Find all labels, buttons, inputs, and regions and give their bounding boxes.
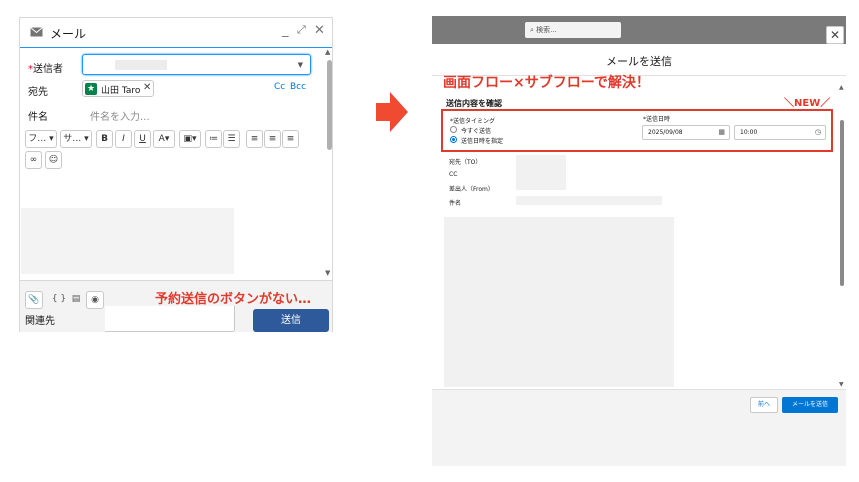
time-input[interactable]: 10:00 ◷ [734,125,826,140]
text-color-button[interactable]: A▾ [153,130,175,148]
compose-header: メール _ ⤢ ✕ [20,18,332,48]
annotation-solution: 画面フロー×サブフローで解決！ [443,75,650,91]
cc-field-label: CC [449,171,458,178]
recipient-values-redacted [516,155,566,190]
sender-value-redacted [115,60,167,70]
modal-title: メールを送信 [606,55,672,68]
date-input[interactable]: 2025/09/08 ▦ [642,125,730,140]
modal-footer: 前へ メールを送信 [432,389,846,417]
scrollbar-thumb[interactable] [840,120,844,286]
to-label: 宛先 [28,87,48,98]
bcc-link[interactable]: Bcc [290,82,306,92]
calendar-icon: ▦ [718,128,725,136]
datetime-label: *送信日時 [643,116,671,123]
recipient-pill[interactable]: ★ 山田 Taro ✕ [82,80,154,97]
image-icon[interactable]: ▣▾ [179,130,201,148]
background-header: ⌕ 検索... [432,16,846,44]
cc-link[interactable]: Cc [274,82,285,92]
send-button[interactable]: 送信 [253,309,329,332]
section-title: 送信内容を確認 [446,99,502,108]
scroll-up-icon[interactable]: ▲ [839,84,844,91]
font-size-select[interactable]: サ… ▾ [60,130,92,148]
mail-icon [30,27,43,37]
scroll-down-icon[interactable]: ▼ [839,381,844,388]
related-input[interactable] [105,306,235,332]
annotation-no-schedule: 予約送信のボタンがない… [155,292,312,307]
timing-label: *送信タイミング [450,118,496,125]
star-icon: ★ [85,83,97,95]
scroll-up-icon[interactable]: ▲ [325,48,330,56]
link-icon[interactable]: ∞ [25,151,42,169]
modal-bottom-area [432,417,846,466]
radio-send-now-label: 今すぐ送信 [461,128,492,135]
compose-footer: 📎 { } ▤ ◉ 予約送信のボタンがない… 関連先 送信 [20,280,332,332]
align-right-icon[interactable]: ≡ [282,130,299,148]
subject-input[interactable]: 件名を入力... [90,108,150,123]
radio-send-now[interactable] [450,126,457,133]
radio-schedule-label: 送信日時を指定 [461,138,504,145]
compose-title: メール [50,27,87,41]
right-arrow-icon [376,92,408,132]
expand-button[interactable]: ⤢ [297,23,306,37]
from-field-label: 差出人（From） [449,186,494,193]
remove-recipient-icon[interactable]: ✕ [143,82,151,93]
emoji-icon[interactable]: ☺ [45,151,62,169]
email-compose-panel: メール _ ⤢ ✕ *送信者 ▼ 宛先 ★ 山田 Taro ✕ Cc Bcc 件… [19,17,333,332]
related-label: 関連先 [25,316,55,327]
sender-select[interactable]: ▼ [82,54,311,75]
prev-button[interactable]: 前へ [750,397,778,413]
template-icon[interactable]: ▤ [68,291,84,309]
body-preview-redacted [444,217,674,387]
align-left-icon[interactable]: ≡ [246,130,263,148]
to-field-label: 宛先（TO） [449,159,482,166]
subject-label: 件名 [28,112,48,123]
attach-icon[interactable]: 📎 [25,291,43,309]
clock-icon: ◷ [814,128,821,136]
sender-label: *送信者 [28,64,63,75]
preview-icon[interactable]: ◉ [86,291,104,309]
merge-field-icon[interactable]: { } [50,291,68,309]
new-badge: ＼NEW／ [784,98,831,109]
bold-button[interactable]: B [96,130,113,148]
subject-field-label: 件名 [449,200,462,207]
scroll-down-icon[interactable]: ▼ [325,269,330,277]
close-modal-button[interactable]: ✕ [826,26,844,44]
underline-button[interactable]: U [134,130,151,148]
italic-button[interactable]: I [115,130,132,148]
close-button[interactable]: ✕ [314,23,325,38]
bullet-list-icon[interactable]: ☰ [223,130,240,148]
scrollbar-thumb[interactable] [327,60,332,150]
radio-schedule[interactable] [450,136,457,143]
recipient-name: 山田 Taro [101,86,141,96]
search-input[interactable]: ⌕ 検索... [525,22,621,38]
chevron-down-icon: ▼ [297,61,303,69]
email-body-redacted[interactable] [21,208,234,274]
minimize-button[interactable]: _ [282,23,289,38]
font-family-select[interactable]: フ… ▾ [25,130,57,148]
send-email-button[interactable]: メールを送信 [782,397,838,413]
numbered-list-icon[interactable]: ≔ [205,130,222,148]
subject-value-redacted [516,196,662,205]
align-center-icon[interactable]: ≡ [264,130,281,148]
send-email-modal: ⌕ 検索... ✕ メールを送信 画面フロー×サブフローで解決！ 送信内容を確認… [432,16,846,466]
